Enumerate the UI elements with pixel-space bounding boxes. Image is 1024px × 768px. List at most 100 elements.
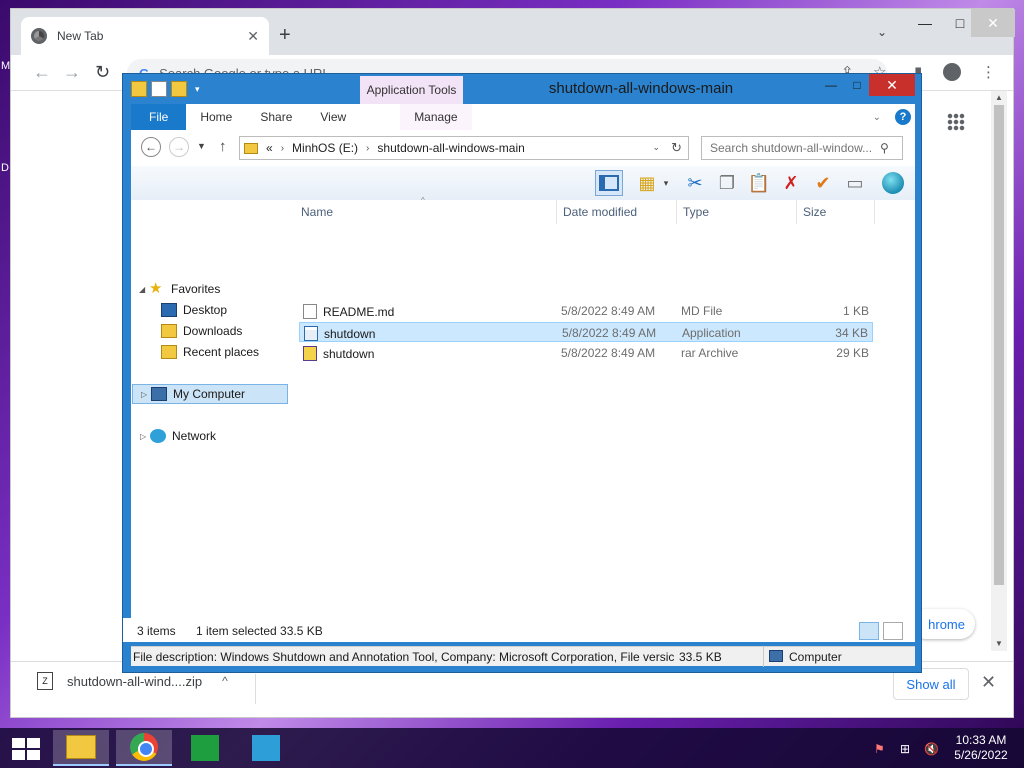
scroll-up-icon[interactable]: ▲: [995, 93, 1003, 102]
column-header-type[interactable]: Type: [677, 200, 797, 224]
paste-clipboard-icon[interactable]: 📋: [745, 170, 773, 196]
explorer-titlebar[interactable]: ▾ Application Tools shutdown-all-windows…: [123, 74, 921, 104]
breadcrumb-overflow[interactable]: «: [266, 141, 273, 155]
kebab-menu-icon[interactable]: ⋮: [981, 65, 996, 80]
download-options-chevron-icon[interactable]: ^: [222, 674, 228, 688]
tab-close-icon[interactable]: ✕: [247, 28, 259, 45]
chrome-titlebar: New Tab ✕ + ⌄ — □ ✕: [11, 9, 1015, 55]
views-icon[interactable]: ▦: [633, 170, 661, 196]
expand-ribbon-chevron-icon[interactable]: ⌄: [873, 112, 881, 123]
network-icon: [150, 429, 166, 443]
forward-button[interactable]: →: [169, 137, 189, 157]
address-history-chevron-icon[interactable]: ⌄: [652, 142, 660, 153]
delete-x-icon[interactable]: ✗: [777, 170, 805, 196]
breadcrumb-folder[interactable]: shutdown-all-windows-main: [377, 141, 524, 155]
back-button[interactable]: ←: [141, 137, 161, 157]
download-item[interactable]: Z shutdown-all-wind....zip ^: [37, 672, 228, 690]
forward-arrow-icon[interactable]: →: [63, 63, 81, 81]
rename-icon[interactable]: ▭: [841, 170, 869, 196]
tab-view[interactable]: View: [306, 104, 360, 130]
file-row-selected[interactable]: shutdown 5/8/2022 8:49 AM Application 34…: [299, 322, 873, 342]
folder-icon[interactable]: [131, 81, 147, 97]
nav-item-favorites[interactable]: ◢ ★ Favorites: [139, 279, 220, 299]
file-name: README.md: [323, 304, 395, 319]
taskbar-start-tiles[interactable]: [238, 730, 294, 766]
system-clock[interactable]: 10:33 AM 5/26/2022: [948, 733, 1014, 763]
nav-item-my-computer[interactable]: ▷ My Computer: [132, 384, 288, 404]
column-header-name[interactable]: Name ^: [295, 196, 557, 224]
copy-icon[interactable]: ❐: [713, 170, 741, 196]
chrome-minimize-button[interactable]: —: [908, 9, 942, 37]
chrome-close-button[interactable]: ✕: [971, 9, 1015, 37]
tab-new-tab[interactable]: New Tab ✕: [21, 17, 269, 55]
scrollbar-thumb[interactable]: [994, 105, 1004, 585]
preview-pane-toggle-button[interactable]: [595, 170, 623, 196]
close-download-shelf-icon[interactable]: ✕: [981, 672, 996, 693]
collapsed-arrow-icon[interactable]: ▷: [141, 390, 151, 399]
breadcrumb-drive[interactable]: MinhOS (E:): [292, 141, 358, 155]
column-header-size[interactable]: Size: [797, 200, 875, 224]
search-box[interactable]: ⚲: [701, 136, 903, 160]
globe-shell-icon[interactable]: [879, 170, 907, 196]
explorer-minimize-button[interactable]: —: [817, 74, 845, 96]
details-view-button[interactable]: [859, 622, 879, 640]
nav-label: Favorites: [171, 282, 221, 296]
network-tray-icon[interactable]: ⊞: [900, 742, 910, 756]
search-input[interactable]: [710, 141, 880, 155]
file-row[interactable]: shutdown 5/8/2022 8:49 AM rar Archive 29…: [299, 343, 873, 363]
taskbar-file-explorer[interactable]: [53, 730, 109, 766]
up-arrow-icon[interactable]: ↑: [219, 138, 227, 155]
profile-avatar-icon[interactable]: [943, 63, 961, 81]
tab-home[interactable]: Home: [186, 104, 246, 130]
refresh-icon[interactable]: ↻: [671, 140, 682, 156]
file-type: MD File: [681, 304, 723, 318]
rar-archive-icon: [303, 346, 317, 361]
file-explorer-window: ▾ Application Tools shutdown-all-windows…: [122, 73, 922, 673]
google-apps-grid-icon[interactable]: [947, 113, 965, 131]
explorer-maximize-button[interactable]: □: [843, 74, 871, 96]
explorer-close-button[interactable]: ✕: [869, 74, 915, 96]
cut-scissors-icon[interactable]: ✂: [681, 170, 709, 196]
expanded-arrow-icon[interactable]: ◢: [139, 285, 149, 294]
help-icon[interactable]: ?: [895, 109, 911, 125]
recent-locations-dropdown-icon[interactable]: ▼: [197, 141, 206, 151]
taskbar-chrome[interactable]: [116, 730, 172, 766]
file-size: 29 KB: [836, 346, 869, 360]
search-icon[interactable]: ⚲: [880, 141, 889, 155]
tab-title: New Tab: [57, 29, 104, 43]
new-folder-icon[interactable]: [171, 81, 187, 97]
file-row[interactable]: README.md 5/8/2022 8:49 AM MD File 1 KB: [299, 301, 873, 321]
volume-muted-icon[interactable]: 🔇: [924, 742, 939, 756]
action-center-flag-icon[interactable]: ⚑: [874, 742, 885, 756]
nav-item-recent-places[interactable]: Recent places: [161, 342, 259, 362]
views-dropdown-icon[interactable]: ▾: [659, 170, 673, 196]
large-icons-view-button[interactable]: [883, 622, 903, 640]
file-name-cell: README.md: [303, 304, 394, 319]
taskbar-store[interactable]: [177, 730, 233, 766]
reload-icon[interactable]: ↻: [95, 63, 110, 81]
tab-file[interactable]: File: [131, 104, 187, 130]
breadcrumb-separator[interactable]: ›: [366, 143, 369, 154]
start-windows-icon[interactable]: [12, 738, 40, 760]
tab-search-chevron-icon[interactable]: ⌄: [877, 25, 887, 39]
file-size: 1 KB: [842, 304, 869, 318]
nav-item-downloads[interactable]: Downloads: [161, 321, 242, 341]
checkmark-icon[interactable]: ✔: [809, 170, 837, 196]
page-scrollbar[interactable]: ▲ ▼: [991, 91, 1007, 651]
item-count: 3 items: [137, 624, 176, 638]
customize-qat-dropdown-icon[interactable]: ▾: [195, 81, 200, 97]
collapsed-arrow-icon[interactable]: ▷: [140, 432, 150, 441]
breadcrumb-separator[interactable]: ›: [281, 143, 284, 154]
column-header-date[interactable]: Date modified: [557, 200, 677, 224]
tab-share[interactable]: Share: [246, 104, 306, 130]
address-bar[interactable]: « › MinhOS (E:) › shutdown-all-windows-m…: [239, 136, 689, 160]
folder-icon: [244, 142, 258, 154]
nav-item-desktop[interactable]: Desktop: [161, 300, 227, 320]
properties-icon[interactable]: [151, 81, 167, 97]
tab-manage[interactable]: Manage: [400, 104, 472, 130]
back-arrow-icon[interactable]: ←: [33, 63, 51, 81]
scroll-down-icon[interactable]: ▼: [995, 639, 1003, 648]
new-tab-button[interactable]: +: [279, 25, 291, 45]
nav-label: Desktop: [183, 303, 228, 317]
nav-item-network[interactable]: ▷ Network: [140, 426, 216, 446]
